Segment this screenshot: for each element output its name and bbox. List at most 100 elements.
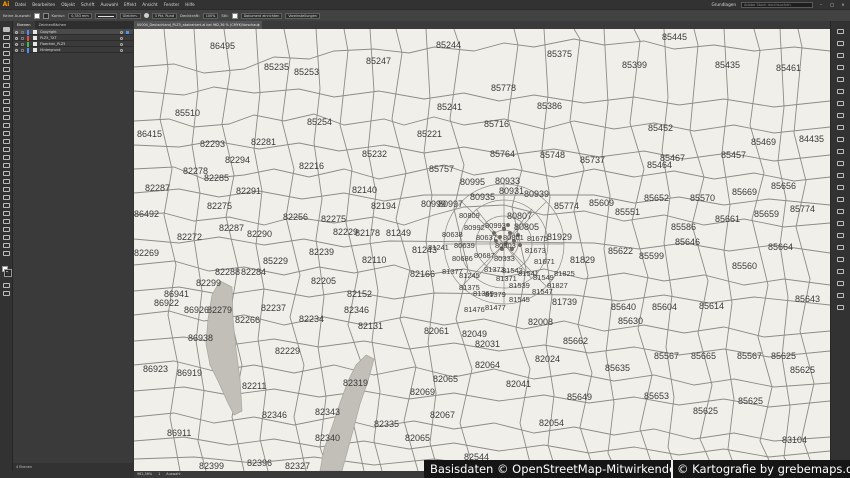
minimize-icon[interactable]: – <box>818 2 824 7</box>
menu-window[interactable]: Fenster <box>161 2 183 7</box>
drawing-mode-icon[interactable] <box>3 283 10 288</box>
symbol-sprayer-tool-icon[interactable] <box>3 203 10 208</box>
target-circle-icon[interactable] <box>120 30 123 34</box>
preferences-button[interactable]: Voreinstellungen <box>285 12 320 19</box>
graphic-style-swatch[interactable] <box>231 12 238 19</box>
paragraph-icon[interactable] <box>837 221 844 226</box>
zoom-tool-icon[interactable] <box>3 243 10 248</box>
pathfinder-icon[interactable] <box>837 185 844 190</box>
direct-selection-tool-icon[interactable] <box>3 35 10 40</box>
graphic-styles-icon[interactable] <box>837 161 844 166</box>
width-tool-icon[interactable] <box>3 139 10 144</box>
gradient-icon[interactable] <box>837 125 844 130</box>
align-icon[interactable] <box>837 173 844 178</box>
paintbrush-tool-icon[interactable] <box>3 99 10 104</box>
selection-indicator[interactable] <box>126 30 129 34</box>
menu-edit[interactable]: Bearbeiten <box>29 2 58 7</box>
tab-layers[interactable]: Ebenen <box>13 21 35 29</box>
properties-icon[interactable] <box>837 29 844 34</box>
eyedropper-tool-icon[interactable] <box>3 187 10 192</box>
artboard-canvas[interactable]: 86495 85235 85253 85247 85244 85375 85399 85778… <box>134 29 830 471</box>
lasso-tool-icon[interactable] <box>3 51 10 56</box>
menu-effect[interactable]: Effekt <box>121 2 139 7</box>
shape-builder-tool-icon[interactable] <box>3 155 10 160</box>
stroke-swatch[interactable] <box>4 269 12 277</box>
swatches-icon[interactable] <box>837 77 844 82</box>
layers-icon[interactable] <box>837 245 844 250</box>
perspective-grid-tool-icon[interactable] <box>3 163 10 168</box>
stock-search-input[interactable]: Adobe Stock durchsuchen <box>741 1 813 8</box>
transform-icon[interactable] <box>837 197 844 202</box>
menu-object[interactable]: Objekt <box>58 2 78 7</box>
selection-tool-icon[interactable] <box>3 27 10 32</box>
document-tab[interactable]: 00004_Deutschland_PLZ5_abstrahiert.ai be… <box>134 21 262 29</box>
hand-tool-icon[interactable] <box>3 235 10 240</box>
slice-tool-icon[interactable] <box>3 227 10 232</box>
close-tab-icon[interactable]: × <box>257 21 260 29</box>
magic-wand-tool-icon[interactable] <box>3 43 10 48</box>
pen-tool-icon[interactable] <box>3 59 10 64</box>
lock-icon[interactable] <box>21 42 24 46</box>
info-icon[interactable] <box>837 305 844 310</box>
fill-color-swatch[interactable] <box>33 12 40 19</box>
workspace-switcher[interactable]: Grundlagen <box>711 2 736 7</box>
pencil-tool-icon[interactable] <box>3 107 10 112</box>
visibility-eye-icon[interactable] <box>15 48 18 52</box>
menu-file[interactable]: Datei <box>12 2 29 7</box>
screen-mode-icon[interactable] <box>3 291 10 296</box>
menu-type[interactable]: Schrift <box>78 2 98 7</box>
line-tool-icon[interactable] <box>3 83 10 88</box>
links-icon[interactable] <box>837 269 844 274</box>
target-circle-icon[interactable] <box>120 48 123 52</box>
scale-tool-icon[interactable] <box>3 131 10 136</box>
visibility-eye-icon[interactable] <box>15 36 18 40</box>
lock-icon[interactable] <box>21 30 24 34</box>
column-graph-tool-icon[interactable] <box>3 211 10 216</box>
appearance-icon[interactable] <box>837 149 844 154</box>
blend-tool-icon[interactable] <box>3 195 10 200</box>
artboards-icon[interactable] <box>837 257 844 262</box>
target-circle-icon[interactable] <box>120 36 123 40</box>
stroke-style-select[interactable]: Gleichm. <box>119 12 141 19</box>
character-icon[interactable] <box>837 209 844 214</box>
navigator-icon[interactable] <box>837 293 844 298</box>
visibility-eye-icon[interactable] <box>15 30 18 34</box>
visibility-eye-icon[interactable] <box>15 42 18 46</box>
mesh-tool-icon[interactable] <box>3 171 10 176</box>
stroke-icon[interactable] <box>837 113 844 118</box>
edit-toolbar-icon[interactable] <box>3 251 10 256</box>
type-tool-icon[interactable] <box>3 75 10 80</box>
stroke-profile-select[interactable] <box>94 12 117 19</box>
artboard-navigator[interactable]: 1 <box>158 471 160 478</box>
symbols-icon[interactable] <box>837 101 844 106</box>
tab-artboards[interactable]: Zeichenflächen <box>35 21 71 29</box>
eraser-tool-icon[interactable] <box>3 115 10 120</box>
menu-select[interactable]: Auswahl <box>98 2 122 7</box>
layer-row[interactable]: Hintergrund <box>13 47 133 53</box>
close-icon[interactable]: × <box>840 2 846 7</box>
gradient-tool-icon[interactable] <box>3 179 10 184</box>
stroke-weight-field[interactable]: 0,353 mm <box>68 12 92 19</box>
color-guide-icon[interactable] <box>837 65 844 70</box>
transparency-icon[interactable] <box>837 137 844 142</box>
brush-select[interactable]: 3 Pkt. Rund <box>151 12 178 19</box>
stroke-color-swatch[interactable] <box>42 12 49 19</box>
document-setup-button[interactable]: Dokument einrichten <box>240 12 283 19</box>
rectangle-tool-icon[interactable] <box>3 91 10 96</box>
opentype-icon[interactable] <box>837 233 844 238</box>
color-icon[interactable] <box>837 53 844 58</box>
menu-help[interactable]: Hilfe <box>182 2 198 7</box>
free-transform-tool-icon[interactable] <box>3 147 10 152</box>
status-tool[interactable]: Auswahl <box>166 471 180 478</box>
opacity-field[interactable]: 100% <box>202 12 219 19</box>
libraries-icon[interactable] <box>837 41 844 46</box>
brushes-icon[interactable] <box>837 89 844 94</box>
lock-icon[interactable] <box>21 48 24 52</box>
maximize-icon[interactable]: □ <box>829 2 835 7</box>
target-circle-icon[interactable] <box>120 42 123 46</box>
artboard-tool-icon[interactable] <box>3 219 10 224</box>
menu-view[interactable]: Ansicht <box>139 2 160 7</box>
layer-name[interactable]: Hintergrund <box>40 47 60 53</box>
curvature-tool-icon[interactable] <box>3 67 10 72</box>
asset-export-icon[interactable] <box>837 281 844 286</box>
